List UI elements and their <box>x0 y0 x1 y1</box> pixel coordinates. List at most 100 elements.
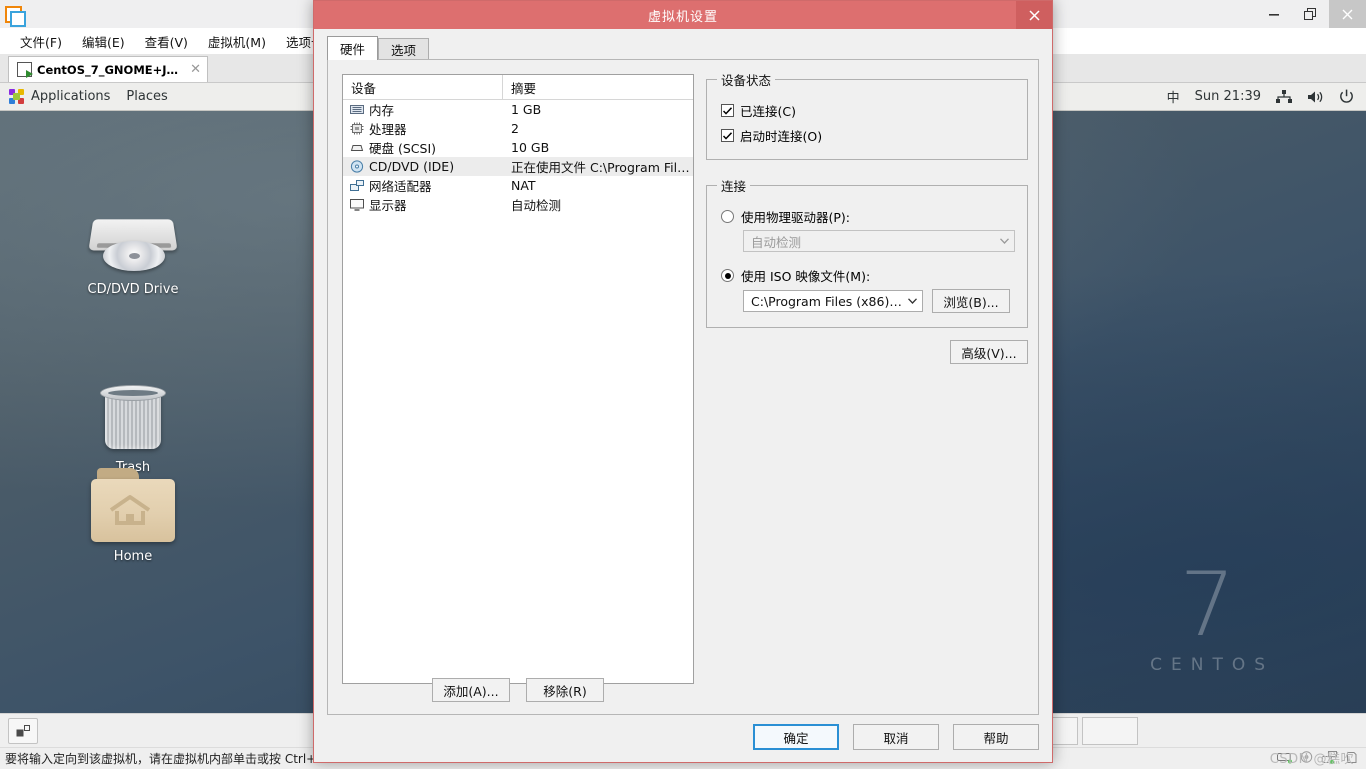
physical-drive-value: 自动检测 <box>751 234 802 250</box>
device-name: 显示器 <box>369 198 407 213</box>
vm-running-icon <box>17 62 33 78</box>
device-list-header: 设备 摘要 <box>343 75 693 100</box>
table-row-cddvd[interactable]: CD/DVD (IDE) 正在使用文件 C:\Program Files … <box>343 157 693 176</box>
device-name: CD/DVD (IDE) <box>369 159 455 174</box>
vm-tab-centos[interactable]: CentOS_7_GNOME+Java+... ✕ <box>8 56 208 82</box>
vm-tab-close-icon[interactable]: ✕ <box>190 62 201 77</box>
tab-hardware[interactable]: 硬件 <box>327 36 379 60</box>
help-button[interactable]: 帮助 <box>953 724 1039 750</box>
advanced-button[interactable]: 高级(V)... <box>950 340 1028 364</box>
gnome-places-menu[interactable]: Places <box>126 89 167 104</box>
iso-image-control-row: C:\Program Files (x86)\VMw 浏览(B)... <box>743 289 1017 313</box>
trash-icon <box>95 381 171 455</box>
physical-drive-radio-row[interactable]: 使用物理驱动器(P): <box>721 207 1017 226</box>
cd-drive-icon <box>85 211 181 277</box>
column-header-summary: 摘要 <box>511 80 537 96</box>
desktop-icon-label: CD/DVD Drive <box>87 282 179 297</box>
device-status-legend: 设备状态 <box>721 73 772 88</box>
iso-path-select[interactable]: C:\Program Files (x86)\VMw <box>743 290 923 312</box>
device-list-buttons: 添加(A)... 移除(R) <box>342 678 694 702</box>
physical-drive-label: 使用物理驱动器(P): <box>741 210 851 225</box>
device-summary: 1 GB <box>511 102 542 117</box>
menu-edit[interactable]: 编辑(E) <box>72 29 135 54</box>
device-summary: 正在使用文件 C:\Program Files … <box>511 160 693 175</box>
device-settings-panel: 设备状态 已连接(C) 启动时连接(O) 连接 使用物理驱动器(P): 自动检测… <box>706 70 1028 364</box>
device-name: 内存 <box>369 103 395 118</box>
desktop-icon-home[interactable]: Home <box>73 468 193 564</box>
desktop-icon-trash[interactable]: Trash <box>73 381 193 475</box>
device-list[interactable]: 设备 摘要 内存 1 GB 处理器 2 硬盘 (SCSI) 10 GB CD/D… <box>342 74 694 684</box>
host-window-controls <box>1255 0 1366 28</box>
menu-file[interactable]: 文件(F) <box>10 29 72 54</box>
harddisk-icon <box>350 141 364 154</box>
connected-checkbox-row[interactable]: 已连接(C) <box>721 101 1017 120</box>
physical-drive-radio[interactable] <box>721 210 734 223</box>
centos-version-number: 7 <box>1179 553 1236 657</box>
restore-button[interactable] <box>1292 0 1329 28</box>
physical-drive-select[interactable]: 自动检测 <box>743 230 1015 252</box>
vm-device-status-icons <box>1277 750 1366 767</box>
connected-checkbox[interactable] <box>721 104 734 117</box>
connect-at-power-on-checkbox-row[interactable]: 启动时连接(O) <box>721 126 1017 145</box>
menu-view[interactable]: 查看(V) <box>135 29 198 54</box>
table-row-processor[interactable]: 处理器 2 <box>343 119 693 138</box>
unity-restore-button[interactable] <box>8 718 38 744</box>
device-name: 硬盘 (SCSI) <box>369 141 437 156</box>
cpu-icon <box>350 122 364 135</box>
cddvd-status-icon[interactable] <box>1300 750 1315 767</box>
usb-status-icon[interactable] <box>1345 751 1358 767</box>
connection-group: 连接 使用物理驱动器(P): 自动检测 使用 ISO 映像文件(M): C:\P… <box>706 176 1028 328</box>
centos-wordmark: CENTOS <box>1150 655 1274 675</box>
volume-tray-icon[interactable] <box>1307 90 1324 104</box>
centos-wallpaper-watermark: 7 CENTOS <box>1141 553 1274 675</box>
table-row-network-adapter[interactable]: 网络适配器 NAT <box>343 176 693 195</box>
iso-image-radio-row[interactable]: 使用 ISO 映像文件(M): <box>721 266 1017 285</box>
connect-at-power-on-checkbox[interactable] <box>721 129 734 142</box>
tab-options[interactable]: 选项 <box>378 38 430 60</box>
table-row-display[interactable]: 显示器 自动检测 <box>343 195 693 214</box>
gnome-foot-icon <box>9 89 24 104</box>
table-row-harddisk[interactable]: 硬盘 (SCSI) 10 GB <box>343 138 693 157</box>
vmware-logo-icon <box>5 6 26 27</box>
memory-icon <box>350 103 364 116</box>
iso-image-label: 使用 ISO 映像文件(M): <box>741 269 871 284</box>
connected-label: 已连接(C) <box>740 104 796 119</box>
power-tray-icon[interactable] <box>1339 89 1354 104</box>
desktop-icon-label: Home <box>113 549 153 564</box>
iso-path-value: C:\Program Files (x86)\VMw <box>751 293 902 309</box>
device-summary: 自动检测 <box>511 198 562 213</box>
vm-settings-dialog: 虚拟机设置 硬件 选项 设备 摘要 内存 1 GB 处理器 2 硬盘 (SCSI… <box>313 0 1053 763</box>
remove-device-button[interactable]: 移除(R) <box>526 678 604 702</box>
network-status-icon[interactable] <box>1322 750 1338 767</box>
chevron-down-icon <box>902 298 922 304</box>
input-method-indicator[interactable]: 中 <box>1167 87 1180 106</box>
device-status-group: 设备状态 已连接(C) 启动时连接(O) <box>706 70 1028 160</box>
harddisk-status-icon[interactable] <box>1277 751 1293 767</box>
iso-image-radio[interactable] <box>721 269 734 282</box>
table-row-memory[interactable]: 内存 1 GB <box>343 100 693 119</box>
workspace-4[interactable] <box>1082 717 1138 745</box>
cancel-button[interactable]: 取消 <box>853 724 939 750</box>
connection-legend: 连接 <box>721 179 747 194</box>
ok-button[interactable]: 确定 <box>753 724 839 750</box>
network-tray-icon[interactable] <box>1276 89 1292 104</box>
minimize-button[interactable] <box>1255 0 1292 28</box>
dialog-close-button[interactable] <box>1016 1 1052 29</box>
gnome-clock[interactable]: Sun 21:39 <box>1195 89 1261 104</box>
column-header-device: 设备 <box>343 75 503 99</box>
hardware-tab-panel: 设备 摘要 内存 1 GB 处理器 2 硬盘 (SCSI) 10 GB CD/D… <box>327 59 1039 715</box>
network-icon <box>350 179 364 192</box>
add-device-button[interactable]: 添加(A)... <box>432 678 510 702</box>
dialog-titlebar: 虚拟机设置 <box>314 1 1052 29</box>
display-icon <box>350 198 364 211</box>
dialog-title: 虚拟机设置 <box>647 9 718 25</box>
browse-button[interactable]: 浏览(B)... <box>932 289 1010 313</box>
menu-vm[interactable]: 虚拟机(M) <box>198 29 276 54</box>
gnome-applications-menu[interactable]: Applications <box>9 89 110 104</box>
advanced-button-row: 高级(V)... <box>706 340 1028 364</box>
home-folder-icon <box>87 468 179 544</box>
connect-at-power-on-label: 启动时连接(O) <box>740 129 823 144</box>
cddvd-icon <box>350 160 364 173</box>
desktop-icon-cd-drive[interactable]: CD/DVD Drive <box>73 211 193 297</box>
close-window-button[interactable] <box>1329 0 1366 28</box>
